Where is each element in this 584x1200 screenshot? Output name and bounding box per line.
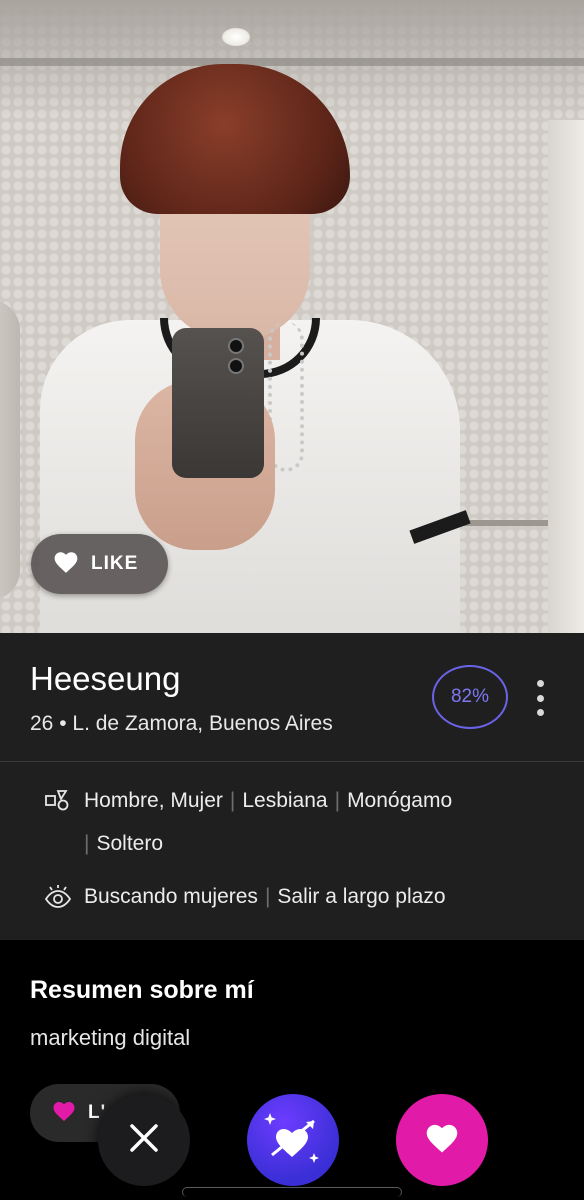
match-percentage: 82%	[450, 686, 490, 707]
identity-row: Hombre, Mujer | Lesbiana | Monógamo	[44, 788, 452, 814]
profile-location: L. de Zamora, Buenos Aires	[72, 712, 333, 735]
pipe-separator: |	[334, 789, 341, 812]
camera-lens	[228, 358, 244, 374]
bottom-bar-handle	[182, 1187, 402, 1197]
heart-icon	[424, 1122, 460, 1159]
looking-for-row: Buscando mujeres | Salir a largo plazo	[44, 884, 446, 910]
camera-lens	[228, 338, 244, 354]
identity-orientation: Lesbiana	[242, 789, 328, 812]
like-label: LIKE	[91, 553, 139, 574]
heart-icon	[52, 1100, 76, 1127]
shower-rail	[0, 58, 584, 66]
close-icon	[129, 1123, 159, 1158]
like-button[interactable]	[396, 1094, 488, 1186]
pipe-separator: |	[229, 789, 236, 812]
heart-arrow-icon	[262, 1107, 324, 1174]
pipe-separator: |	[264, 885, 271, 908]
identity-relationship: Monógamo	[347, 789, 453, 812]
pass-button[interactable]	[98, 1094, 190, 1186]
wall-right	[548, 120, 584, 633]
summary-title: Resumen sobre mí	[30, 976, 254, 1004]
looking-for-type: Salir a largo plazo	[277, 885, 446, 908]
looking-for-gender: Buscando mujeres	[84, 885, 258, 908]
summary-text: marketing digital	[30, 1025, 191, 1050]
identity-gender: Hombre, Mujer	[84, 789, 223, 812]
gender-shapes-icon	[44, 788, 70, 814]
pipe-separator: |	[84, 832, 90, 855]
section-divider	[0, 761, 584, 762]
match-percentage-badge[interactable]: 82%	[432, 665, 508, 729]
more-options-icon[interactable]	[530, 680, 550, 716]
ceiling-light	[222, 28, 250, 46]
heart-icon	[53, 550, 79, 579]
identity-status: Soltero	[96, 832, 164, 855]
mirror-edge	[0, 300, 20, 600]
photo-like-button[interactable]: LIKE	[31, 534, 168, 594]
separator-dot: •	[59, 712, 67, 735]
identity-row-continued: | Soltero	[84, 832, 163, 856]
profile-name: Heeseung	[30, 660, 181, 697]
profile-age-location: 26 • L. de Zamora, Buenos Aires	[30, 712, 333, 736]
smartphone	[172, 328, 264, 478]
profile-age: 26	[30, 712, 54, 735]
eye-icon	[44, 884, 72, 910]
superlike-button[interactable]	[247, 1094, 339, 1186]
